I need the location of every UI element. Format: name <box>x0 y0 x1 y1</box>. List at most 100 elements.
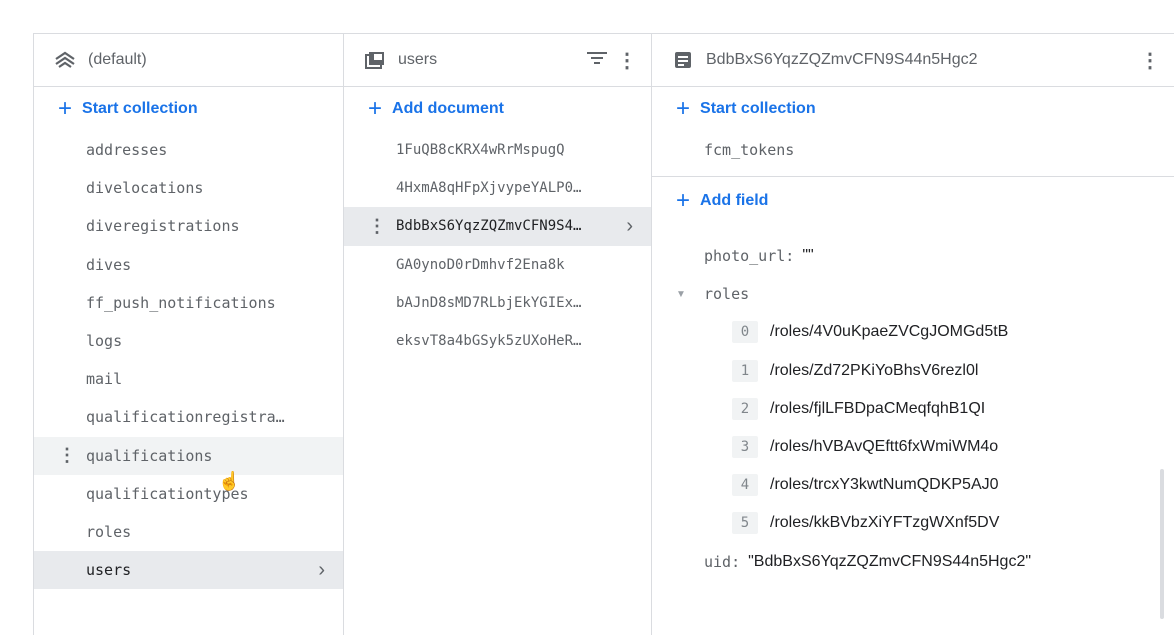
field-uid[interactable]: uid: "BdbBxS6YqzZQZmvCFN9S44n5Hgc2" <box>652 543 1174 581</box>
subcollection-item-fcm-tokens[interactable]: fcm_tokens <box>652 131 1174 169</box>
collection-label: users <box>86 561 132 580</box>
more-options-icon[interactable]: ⋮ <box>1140 48 1160 73</box>
document-icon <box>672 49 694 71</box>
document-id: 4HxmA8qHFpXjvypeYALP0… <box>396 180 582 197</box>
collection-item-qualifications[interactable]: ⋮ qualifications <box>34 436 343 475</box>
start-collection-button[interactable]: + Start collection <box>652 87 1174 131</box>
collection-label: dives <box>86 255 132 274</box>
more-options-icon[interactable]: ⋮ <box>58 445 76 466</box>
field-key: photo_url: <box>704 247 795 266</box>
field-roles[interactable]: ▼ roles <box>652 275 1174 313</box>
collection-item-addresses[interactable]: addresses <box>34 131 343 169</box>
collection-item-qualificationtypes[interactable]: qualificationtypes <box>34 475 343 513</box>
document-item[interactable]: 4HxmA8qHFpXjvypeYALP0… <box>344 169 651 207</box>
subcollection-label: fcm_tokens <box>704 141 795 160</box>
plus-icon: + <box>368 95 383 122</box>
collection-label: logs <box>86 332 123 351</box>
collection-icon <box>364 49 386 71</box>
document-item[interactable]: 1FuQB8cKRX4wRrMspugQ <box>344 131 651 169</box>
array-value: /roles/fjlLFBDpaCMeqfqhB1QI <box>770 399 986 417</box>
collection-name: users <box>398 51 438 68</box>
collection-label: qualificationregistra… <box>86 408 285 427</box>
document-id: bAJnD8sMD7RLbjEkYGIEx… <box>396 294 582 311</box>
array-index: 4 <box>732 474 758 497</box>
roles-array-item[interactable]: 5 /roles/kkBVbzXiYFTzgWXnf5DV <box>652 504 1174 542</box>
roles-array-item[interactable]: 1 /roles/Zd72PKiYoBhsV6rezl0l <box>652 352 1174 390</box>
roles-array-item[interactable]: 2 /roles/fjlLFBDpaCMeqfqhB1QI <box>652 390 1174 428</box>
plus-icon: + <box>676 95 691 122</box>
document-header-actions: ⋮ <box>1140 34 1160 86</box>
collections-panel-header: (default) <box>34 34 343 87</box>
array-value: /roles/Zd72PKiYoBhsV6rezl0l <box>770 361 979 379</box>
database-name: (default) <box>88 51 147 68</box>
add-document-button[interactable]: + Add document <box>344 87 651 131</box>
array-value: /roles/trcxY3kwtNumQDKP5AJ0 <box>770 476 999 494</box>
array-index: 0 <box>732 321 758 344</box>
document-id-title: BdbBxS6YqzZQZmvCFN9S44n5Hgc2 <box>706 51 978 68</box>
documents-panel-header: users ⋮ <box>344 34 651 87</box>
documents-panel: users ⋮ + Add document 1FuQB8cKRX4wRrMsp… <box>344 34 652 635</box>
roles-array-item[interactable]: 4 /roles/trcxY3kwtNumQDKP5AJ0 <box>652 466 1174 504</box>
scrollbar[interactable] <box>1160 469 1164 619</box>
array-index: 5 <box>732 512 758 535</box>
document-item[interactable]: bAJnD8sMD7RLbjEkYGIEx… <box>344 284 651 322</box>
chevron-right-icon: › <box>626 214 633 237</box>
collection-label: addresses <box>86 141 168 160</box>
collection-item-ff-push-notifications[interactable]: ff_push_notifications <box>34 284 343 322</box>
collections-panel: (default) + Start collection addresses d… <box>34 34 344 635</box>
start-collection-label: Start collection <box>700 100 816 117</box>
array-value: /roles/hVBAvQEftt6fxWmiWM4o <box>770 438 999 456</box>
collection-item-logs[interactable]: logs <box>34 322 343 360</box>
collapse-triangle-icon[interactable]: ▼ <box>676 289 686 300</box>
database-icon <box>54 49 76 71</box>
collection-label: mail <box>86 370 123 389</box>
array-index: 2 <box>732 397 758 420</box>
document-detail-header: BdbBxS6YqzZQZmvCFN9S44n5Hgc2 ⋮ <box>652 34 1174 87</box>
collection-label: qualifications <box>86 446 213 465</box>
collection-item-roles[interactable]: roles <box>34 513 343 551</box>
top-bar <box>0 0 1174 24</box>
plus-icon: + <box>676 187 691 214</box>
chevron-right-icon: › <box>318 558 325 581</box>
subcollections-section: + Start collection fcm_tokens <box>652 87 1174 177</box>
collection-item-mail[interactable]: mail <box>34 360 343 398</box>
array-value: /roles/4V0uKpaeZVCgJOMGd5tB <box>770 323 1009 341</box>
collection-item-divelocations[interactable]: divelocations <box>34 169 343 207</box>
document-detail-panel: BdbBxS6YqzZQZmvCFN9S44n5Hgc2 ⋮ + Start c… <box>652 34 1174 635</box>
collection-item-qualificationregistrations[interactable]: qualificationregistra… <box>34 398 343 436</box>
plus-icon: + <box>58 95 73 122</box>
document-id: 1FuQB8cKRX4wRrMspugQ <box>396 142 565 159</box>
field-key: roles <box>704 285 750 304</box>
field-key: uid: <box>704 552 741 571</box>
collection-label: diveregistrations <box>86 217 240 236</box>
array-index: 1 <box>732 359 758 382</box>
document-item-selected[interactable]: ⋮ BdbBxS6YqzZQZmvCFN9S4… › <box>344 207 651 246</box>
start-collection-label: Start collection <box>82 100 198 117</box>
add-field-label: Add field <box>700 192 769 209</box>
more-options-icon[interactable]: ⋮ <box>617 48 637 73</box>
collection-label: ff_push_notifications <box>86 293 276 312</box>
collection-item-users[interactable]: users › <box>34 551 343 590</box>
firestore-data-panels: (default) + Start collection addresses d… <box>33 33 1174 635</box>
field-value: "BdbBxS6YqzZQZmvCFN9S44n5Hgc2" <box>748 552 1032 570</box>
roles-array-item[interactable]: 0 /roles/4V0uKpaeZVCgJOMGd5tB <box>652 313 1174 351</box>
hand-cursor-icon: ☝ <box>218 471 241 491</box>
collection-label: roles <box>86 522 132 541</box>
document-item[interactable]: GA0ynoD0rDmhvf2Ena8k <box>344 246 651 284</box>
filter-icon[interactable] <box>587 51 607 70</box>
more-options-icon[interactable]: ⋮ <box>368 216 386 237</box>
collection-item-dives[interactable]: dives <box>34 246 343 284</box>
collection-label: divelocations <box>86 179 204 198</box>
roles-array-item[interactable]: 3 /roles/hVBAvQEftt6fxWmiWM4o <box>652 428 1174 466</box>
start-collection-button[interactable]: + Start collection <box>34 87 343 131</box>
add-document-label: Add document <box>392 100 505 117</box>
document-id: GA0ynoD0rDmhvf2Ena8k <box>396 256 565 273</box>
collection-item-diveregistrations[interactable]: diveregistrations <box>34 207 343 245</box>
document-id: eksvT8a4bGSyk5zUXoHeR… <box>396 333 582 350</box>
array-value: /roles/kkBVbzXiYFTzgWXnf5DV <box>770 514 1000 532</box>
fields-spacer <box>652 223 1174 237</box>
field-value: "" <box>802 247 814 265</box>
field-photo-url[interactable]: photo_url: "" <box>652 237 1174 275</box>
add-field-button[interactable]: + Add field <box>652 179 1174 223</box>
document-item[interactable]: eksvT8a4bGSyk5zUXoHeR… <box>344 322 651 360</box>
